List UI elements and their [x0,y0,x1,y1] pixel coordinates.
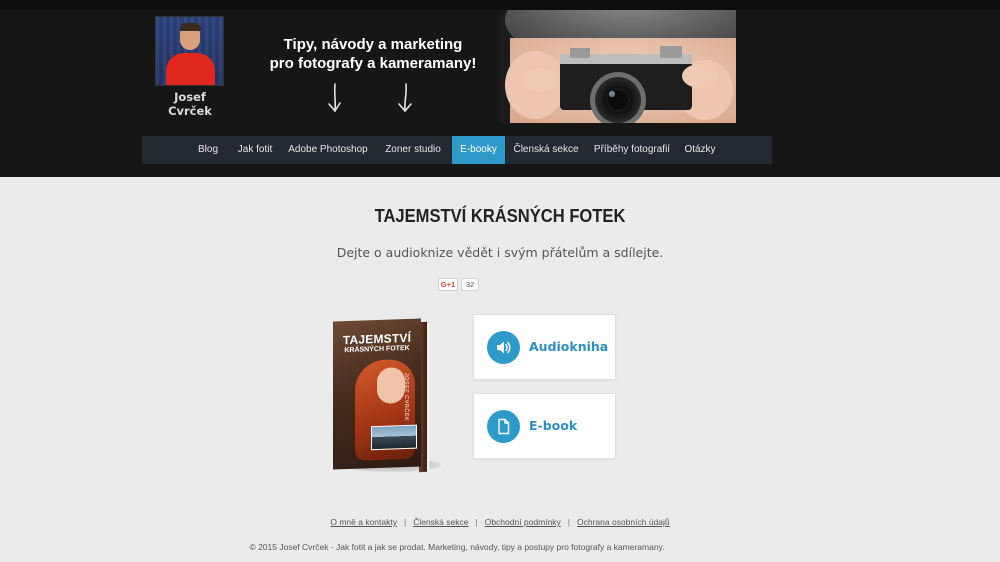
site-tagline: Tipy, návody a marketing pro fotografy a… [238,35,508,73]
footer-separator: | [567,517,570,527]
cover-landscape-photo [371,424,417,451]
child-with-camera-image [500,10,736,123]
footer-link-o-mne[interactable]: O mně a kontakty [330,517,397,527]
avatar-shirt [166,53,215,85]
arrow-down-icon [398,83,412,112]
author-avatar[interactable] [155,16,224,86]
footer-link-clenska-sekce[interactable]: Členská sekce [413,517,468,527]
document-icon [487,410,520,443]
book-cover-image: TAJEMSTVÍ KRÁSNÝCH FOTEK JOSEF CVRČEK [333,318,441,474]
book-author: JOSEF CVRČEK [403,372,409,422]
book-cover: TAJEMSTVÍ KRÁSNÝCH FOTEK JOSEF CVRČEK [333,318,421,470]
avatar-hair [180,23,201,31]
footer-link-obchodni-podminky[interactable]: Obchodní podmínky [485,517,561,527]
nav-item-adobe-photoshop[interactable]: Adobe Photoshop [288,136,368,164]
ebook-card[interactable]: E-book [473,393,616,459]
copyright-text: © 2015 Josef Cvrček - Jak fotit a jak se… [249,542,665,552]
nav-item-clenska-sekce[interactable]: Členská sekce [512,136,580,164]
author-name[interactable]: Josef Cvrček [151,90,229,118]
arrow-down-icon [328,83,341,112]
cover-model-face [377,367,405,404]
tagline-line-1: Tipy, návody a marketing [283,36,463,53]
nav-item-zoner-studio[interactable]: Zoner studio [382,136,444,164]
speaker-icon [487,331,520,364]
main-navigation: Blog Jak fotit Adobe Photoshop Zoner stu… [142,136,772,164]
header-top-strip [0,0,1000,10]
google-plus-button[interactable]: G+1 [438,278,458,291]
nav-item-jak-fotit[interactable]: Jak fotit [235,136,275,164]
nav-item-otazky[interactable]: Otázky [682,136,718,164]
site-header: Josef Cvrček Tipy, návody a marketing pr… [0,0,1000,177]
audiokniha-label: Audiokniha [529,339,609,354]
share-prompt: Dejte o audioknize vědět i svým přátelům… [336,245,664,260]
footer-links: O mně a kontakty | Členská sekce | Obchodní … [0,517,1000,527]
footer-separator: | [475,517,478,527]
tagline-line-2: pro fotografy a kameramany! [269,55,477,72]
audiokniha-card[interactable]: Audiokniha [473,314,616,380]
footer-separator: | [403,517,407,527]
header-camera-photo [500,10,736,123]
page-title: TAJEMSTVÍ KRÁSNÝCH FOTEK [374,206,626,226]
nav-item-blog[interactable]: Blog [194,136,222,164]
nav-item-pribehy-fotografii[interactable]: Příběhy fotografií [592,136,672,164]
nav-item-e-booky[interactable]: E-booky [452,136,505,164]
share-count-badge: 32 [461,278,479,291]
ebook-label: E-book [529,418,578,433]
footer-link-ochrana-udaju[interactable]: Ochrana osobních údajů [577,517,670,527]
